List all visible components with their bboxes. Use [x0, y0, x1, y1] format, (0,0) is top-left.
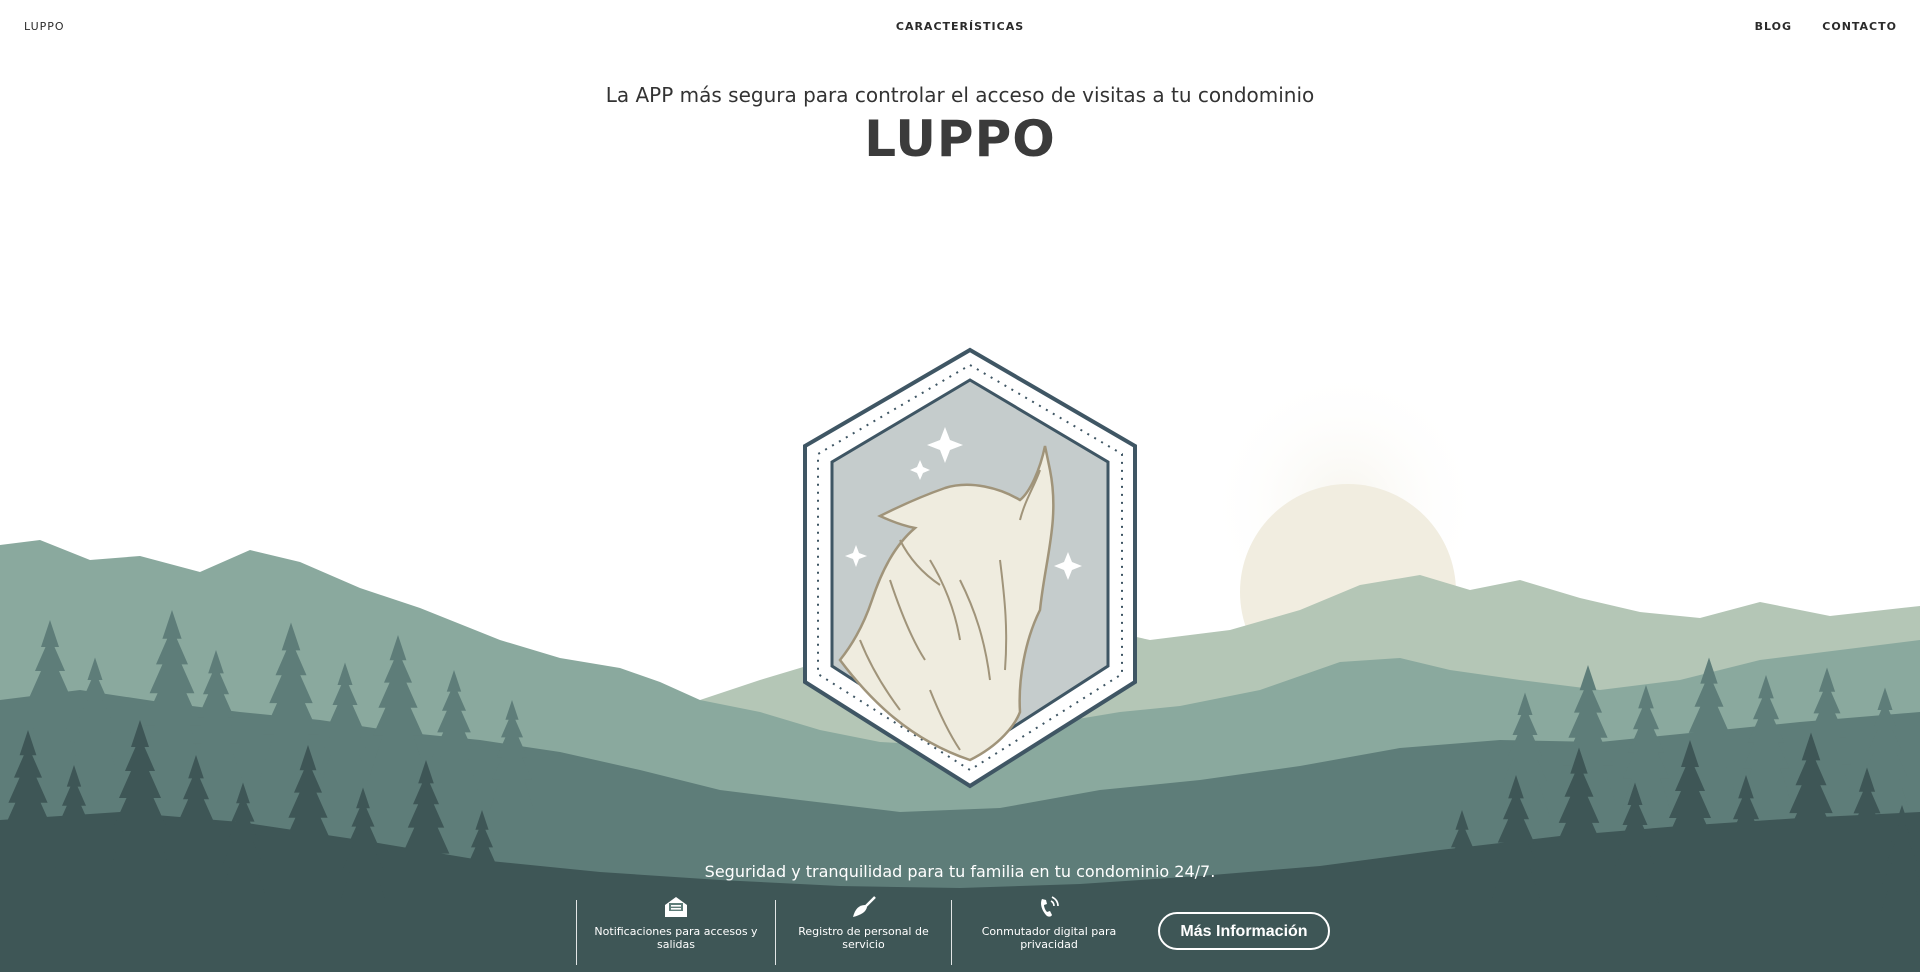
landscape-illustration — [0, 347, 1920, 972]
feature-label: Registro de personal de servicio — [798, 925, 929, 951]
feature-label: Conmutador digital para privacidad — [981, 925, 1117, 951]
hero-tagline: Seguridad y tranquilidad para tu familia… — [704, 862, 1216, 881]
feature-notificaciones: Notificaciones para accesos y salidas — [576, 897, 775, 965]
feature-conmutador: Conmutador digital para privacidad — [951, 896, 1146, 965]
mas-informacion-button[interactable]: Más Información — [1158, 912, 1330, 950]
phone-ringing-icon — [1036, 895, 1062, 919]
feature-label: Notificaciones para accesos y salidas — [594, 925, 758, 951]
broom-icon — [851, 895, 877, 919]
envelope-open-icon — [663, 895, 689, 919]
feature-strip: Notificaciones para accesos y salidas Re… — [576, 896, 1146, 965]
feature-registro: Registro de personal de servicio — [775, 896, 951, 965]
